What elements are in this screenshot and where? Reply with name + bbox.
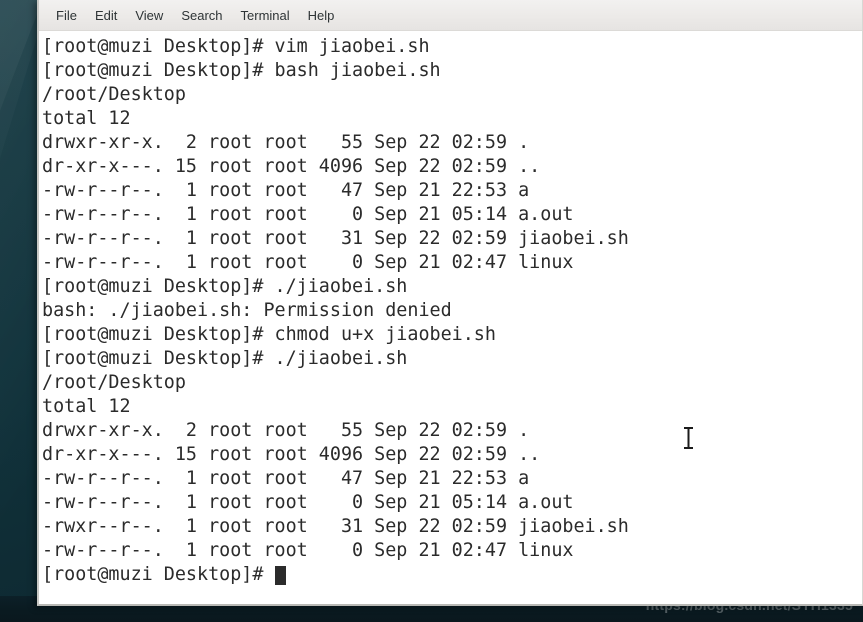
terminal-line: -rw-r--r--. 1 root root 0 Sep 21 02:47 l… [42, 540, 574, 561]
terminal-line-list: [root@muzi Desktop]# vim jiaobei.sh [root… [42, 35, 862, 563]
menu-item-terminal[interactable]: Terminal [232, 6, 299, 25]
terminal-line: dr-xr-x---. 15 root root 4096 Sep 22 02:… [42, 156, 541, 177]
text-cursor [274, 565, 286, 585]
menu-item-search[interactable]: Search [172, 6, 231, 25]
terminal-line: bash: ./jiaobei.sh: Permission denied [42, 300, 452, 321]
menu-item-edit[interactable]: Edit [86, 6, 126, 25]
menu-item-help[interactable]: Help [299, 6, 344, 25]
terminal-line: [root@muzi Desktop]# vim jiaobei.sh [42, 36, 430, 57]
terminal-line: dr-xr-x---. 15 root root 4096 Sep 22 02:… [42, 444, 541, 465]
terminal-line: -rw-r--r--. 1 root root 0 Sep 21 05:14 a… [42, 492, 574, 513]
terminal-line: /root/Desktop [42, 372, 186, 393]
terminal-line: -rw-r--r--. 1 root root 47 Sep 21 22:53 … [42, 468, 530, 489]
terminal-line: [root@muzi Desktop]# ./jiaobei.sh [42, 276, 408, 297]
terminal-line: total 12 [42, 396, 131, 417]
terminal-line: [root@muzi Desktop]# ./jiaobei.sh [42, 348, 408, 369]
desktop-background: https://blog.csdn.net/SYH1335 File Edit … [0, 0, 863, 622]
terminal-active-prompt-line: [root@muzi Desktop]# [42, 563, 862, 587]
terminal-line: [root@muzi Desktop]# bash jiaobei.sh [42, 60, 441, 81]
terminal-line: -rw-r--r--. 1 root root 0 Sep 21 05:14 a… [42, 204, 574, 225]
terminal-window: File Edit View Search Terminal Help [roo… [37, 0, 863, 606]
terminal-output-area[interactable]: [root@muzi Desktop]# vim jiaobei.sh [root… [39, 31, 862, 604]
terminal-line: -rw-r--r--. 1 root root 0 Sep 21 02:47 l… [42, 252, 574, 273]
menu-item-file[interactable]: File [47, 6, 86, 25]
menu-item-view[interactable]: View [126, 6, 172, 25]
terminal-line: drwxr-xr-x. 2 root root 55 Sep 22 02:59 … [42, 132, 530, 153]
terminal-line: drwxr-xr-x. 2 root root 55 Sep 22 02:59 … [42, 420, 530, 441]
menu-bar: File Edit View Search Terminal Help [39, 0, 862, 31]
terminal-prompt-text: [root@muzi Desktop]# [42, 564, 275, 585]
terminal-line: [root@muzi Desktop]# chmod u+x jiaobei.s… [42, 324, 496, 345]
terminal-line: total 12 [42, 108, 131, 129]
terminal-line: /root/Desktop [42, 84, 186, 105]
terminal-line: -rw-r--r--. 1 root root 31 Sep 22 02:59 … [42, 228, 629, 249]
terminal-line: -rw-r--r--. 1 root root 47 Sep 21 22:53 … [42, 180, 530, 201]
terminal-line: -rwxr--r--. 1 root root 31 Sep 22 02:59 … [42, 516, 629, 537]
